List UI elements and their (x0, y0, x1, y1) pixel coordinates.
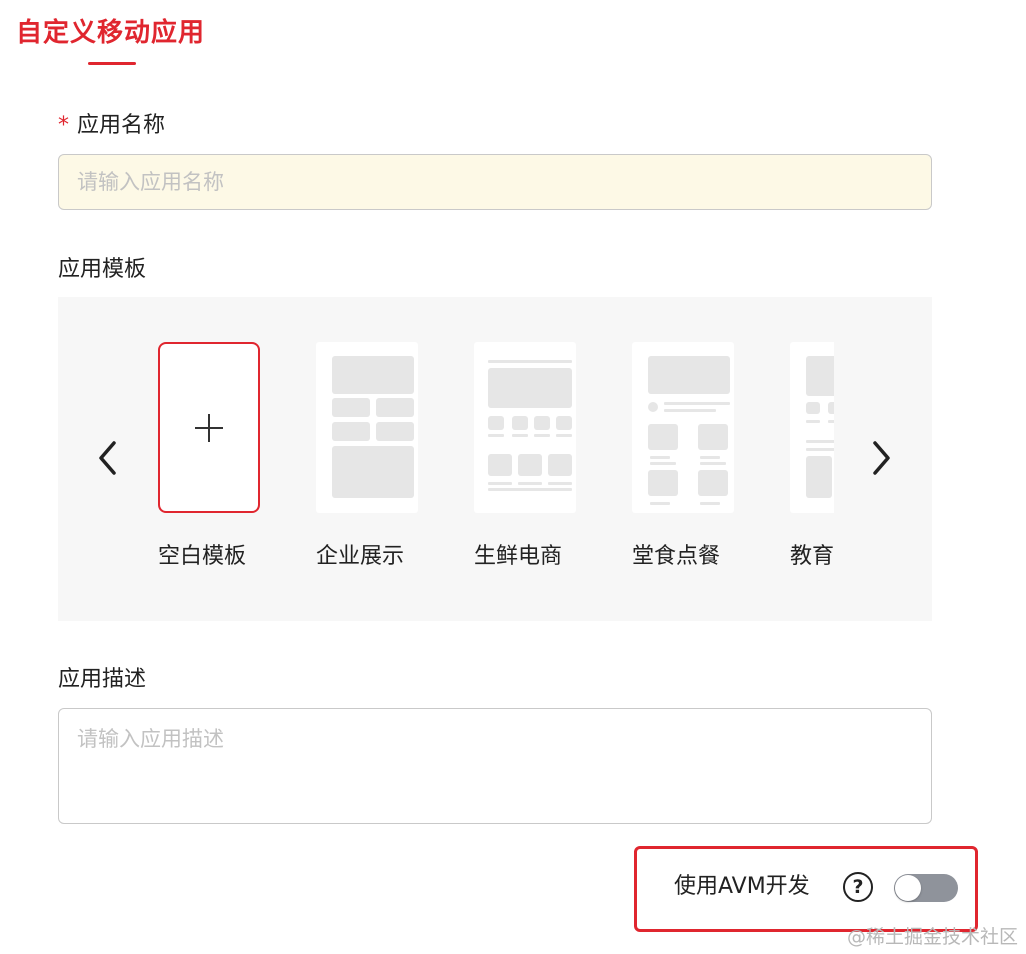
app-description-input[interactable] (58, 708, 932, 824)
toggle-knob (895, 875, 921, 901)
chevron-left-icon (99, 441, 116, 475)
required-mark: * (58, 113, 69, 138)
plus-icon (195, 413, 223, 442)
avm-label: 使用AVM开发 (674, 874, 810, 899)
template-list: 空白模板 企业展示 生鲜电商 堂食点餐 教育 (150, 334, 834, 594)
template-thumbnail (474, 342, 576, 513)
app-description-label: 应用描述 (58, 667, 147, 692)
app-name-label-text: 应用名称 (77, 113, 166, 138)
app-name-input[interactable] (58, 154, 932, 210)
template-label: 教育 (790, 544, 834, 569)
app-template-label: 应用模板 (58, 257, 147, 282)
help-glyph: ? (852, 876, 864, 898)
template-card-blank[interactable]: 空白模板 (150, 334, 270, 594)
avm-toggle-switch[interactable] (894, 874, 958, 902)
template-card-enterprise[interactable]: 企业展示 (308, 334, 428, 594)
watermark: @稀土掘金技术社区 (846, 926, 1018, 948)
template-card-dine-in-ordering[interactable]: 堂食点餐 (624, 334, 744, 594)
tab-active-indicator (88, 62, 136, 65)
question-circle-icon[interactable]: ? (843, 872, 873, 902)
template-label: 空白模板 (158, 544, 247, 569)
carousel-next-button[interactable] (865, 438, 897, 478)
template-label: 生鲜电商 (474, 544, 563, 569)
template-label: 堂食点餐 (632, 544, 721, 569)
page-tab-title[interactable]: 自定义移动应用 (16, 16, 205, 50)
template-thumbnail (632, 342, 734, 513)
chevron-right-icon (873, 441, 890, 475)
template-thumbnail (316, 342, 418, 513)
template-thumbnail (158, 342, 260, 513)
template-label: 企业展示 (316, 544, 405, 569)
carousel-prev-button[interactable] (92, 438, 124, 478)
app-name-label: * 应用名称 (58, 111, 165, 141)
template-card-education[interactable]: 教育 (782, 334, 834, 594)
template-thumbnail (790, 342, 834, 513)
template-card-fresh-ecommerce[interactable]: 生鲜电商 (466, 334, 586, 594)
